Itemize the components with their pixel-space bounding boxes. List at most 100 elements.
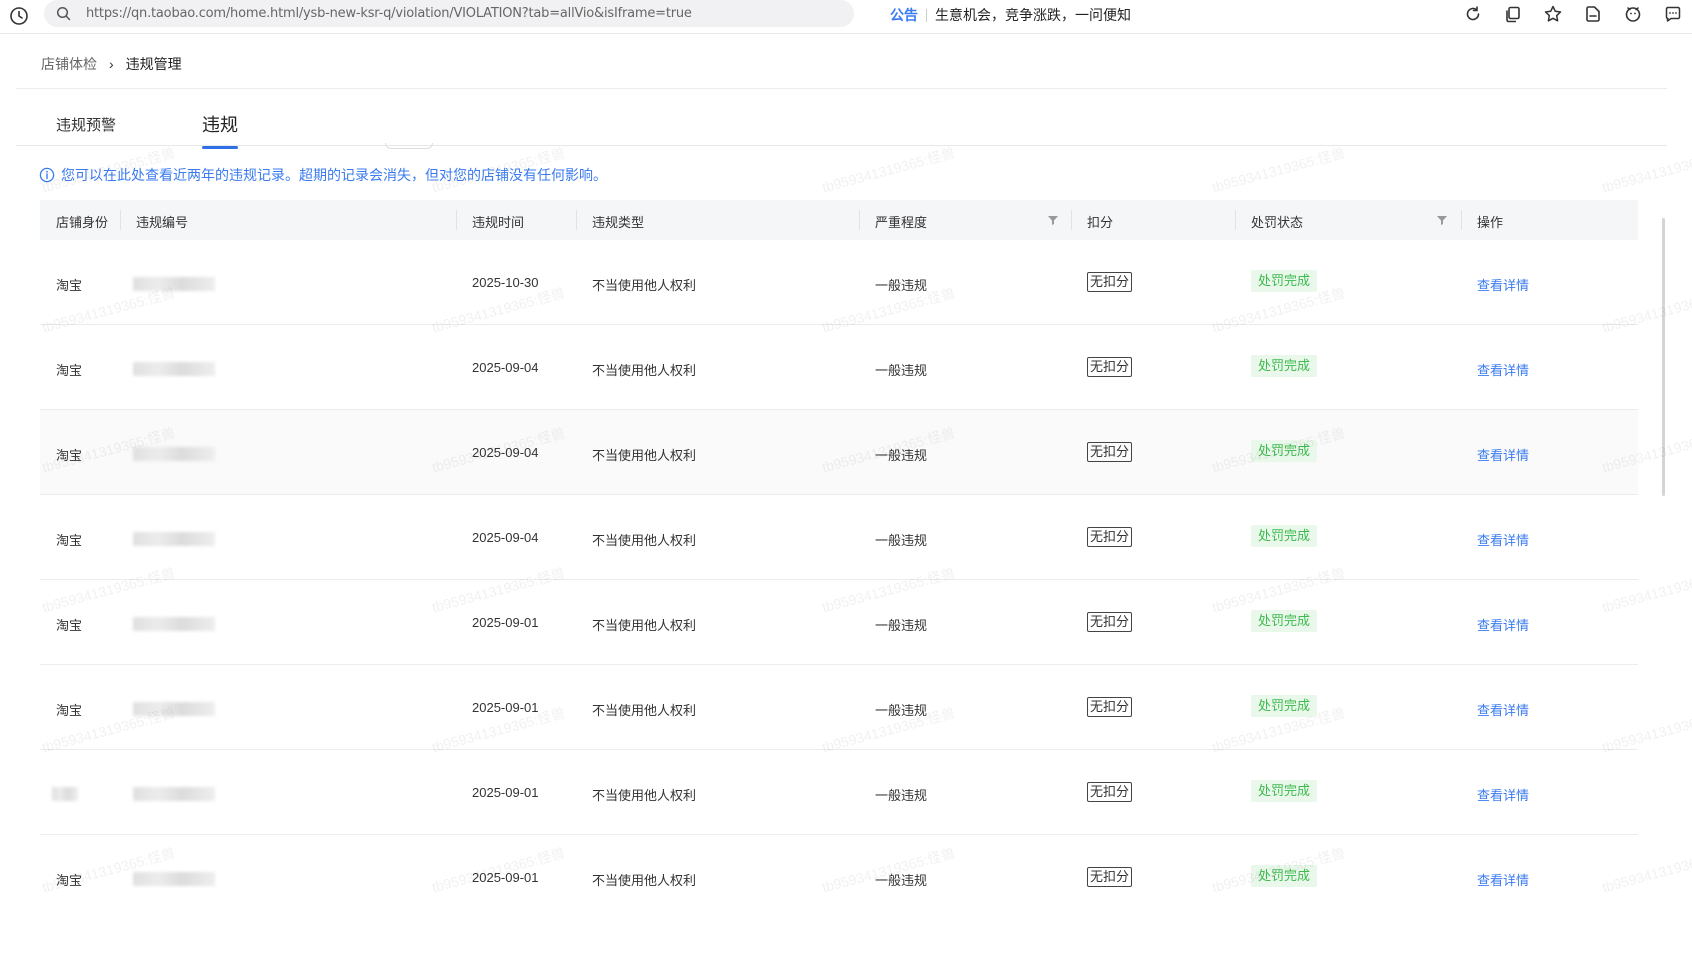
status-badge: 处罚完成 [1251, 610, 1318, 632]
column-divider [1461, 210, 1462, 230]
column-divider [456, 210, 457, 230]
table-row: 淘宝 2025-09-01 不当使用他人权利 一般违规 无扣分 处罚完成 查看详… [40, 580, 1638, 665]
view-details-link[interactable]: 查看详情 [1477, 530, 1529, 549]
tab-violation-warning[interactable]: 违规预警 [56, 114, 116, 135]
announcement-text[interactable]: 生意机会，竞争涨跌，一问便知 [935, 7, 1131, 23]
cell-type: 不当使用他人权利 [592, 788, 697, 803]
score-badge: 无扣分 [1087, 697, 1133, 717]
view-details-link[interactable]: 查看详情 [1477, 615, 1529, 634]
cell-role: 淘宝 [56, 278, 83, 293]
cell-severity: 一般违规 [875, 618, 928, 633]
smile-icon[interactable] [1622, 3, 1644, 25]
refresh-icon[interactable] [1462, 3, 1484, 25]
header-status: 处罚状态 [1251, 215, 1304, 230]
copy-icon[interactable] [1502, 3, 1524, 25]
redacted-id [133, 532, 215, 546]
breadcrumb: 店铺体检 › 违规管理 [41, 54, 182, 74]
view-details-link[interactable]: 查看详情 [1477, 360, 1529, 379]
cell-severity: 一般违规 [875, 363, 928, 378]
scrollbar[interactable] [1660, 218, 1666, 496]
chevron-right-icon: › [109, 56, 114, 72]
divider [926, 9, 927, 22]
history-icon[interactable] [8, 5, 30, 27]
violation-table: 店铺身份 违规编号 违规时间 违规类型 严重程度 扣分 处罚状态 操作 淘宝 2… [40, 200, 1638, 920]
table-row: 淘宝 2025-09-04 不当使用他人权利 一般违规 无扣分 处罚完成 查看详… [40, 495, 1638, 580]
redacted-role [52, 787, 78, 801]
filter-icon[interactable] [1047, 214, 1059, 226]
table-row: 淘宝 2025-09-01 不当使用他人权利 一般违规 无扣分 处罚完成 查看详… [40, 835, 1638, 920]
cell-time: 2025-09-01 [472, 870, 539, 885]
cell-type: 不当使用他人权利 [592, 533, 697, 548]
redacted-id [133, 787, 215, 801]
status-badge: 处罚完成 [1251, 865, 1318, 887]
header-time: 违规时间 [472, 215, 525, 230]
header-id: 违规编号 [136, 215, 189, 230]
divider [16, 88, 1667, 89]
toolbar-icons [1462, 3, 1684, 25]
cell-type: 不当使用他人权利 [592, 703, 697, 718]
redacted-id [133, 447, 215, 461]
sub-tab-edge [385, 143, 433, 149]
view-details-link[interactable]: 查看详情 [1477, 275, 1529, 294]
cell-severity: 一般违规 [875, 533, 928, 548]
redacted-id [133, 872, 215, 886]
table-row: 淘宝 2025-09-01 不当使用他人权利 一般违规 无扣分 处罚完成 查看详… [40, 665, 1638, 750]
column-divider [859, 210, 860, 230]
cell-time: 2025-10-30 [472, 275, 539, 290]
announcement[interactable]: 公告 生意机会，竞争涨跌，一问便知 [890, 5, 1131, 25]
view-details-link[interactable]: 查看详情 [1477, 445, 1529, 464]
filter-icon[interactable] [1436, 214, 1448, 226]
table-row: 2025-09-01 不当使用他人权利 一般违规 无扣分 处罚完成 查看详情 [40, 750, 1638, 835]
score-badge: 无扣分 [1087, 357, 1133, 377]
cell-severity: 一般违规 [875, 703, 928, 718]
redacted-id [133, 702, 215, 716]
cell-severity: 一般违规 [875, 278, 928, 293]
status-badge: 处罚完成 [1251, 440, 1318, 462]
breadcrumb-parent[interactable]: 店铺体检 [41, 54, 97, 74]
url-text[interactable]: https://qn.taobao.com/home.html/ysb-new-… [86, 6, 692, 21]
status-badge: 处罚完成 [1251, 525, 1318, 547]
score-badge: 无扣分 [1087, 272, 1133, 292]
column-divider [1071, 210, 1072, 230]
view-details-link[interactable]: 查看详情 [1477, 785, 1529, 804]
info-banner: 您可以在此处查看近两年的违规记录。超期的记录会消失，但对您的店铺没有任何影响。 [39, 165, 607, 185]
announcement-tag: 公告 [890, 7, 918, 23]
info-icon [39, 167, 55, 183]
tab-violation[interactable]: 违规 [202, 111, 238, 149]
status-badge: 处罚完成 [1251, 780, 1318, 802]
table-body: 淘宝 2025-10-30 不当使用他人权利 一般违规 无扣分 处罚完成 查看详… [40, 240, 1638, 920]
score-badge: 无扣分 [1087, 442, 1133, 462]
cell-severity: 一般违规 [875, 788, 928, 803]
cell-type: 不当使用他人权利 [592, 873, 697, 888]
view-details-link[interactable]: 查看详情 [1477, 870, 1529, 889]
bookmark-icon[interactable] [1582, 3, 1604, 25]
header-action: 操作 [1477, 215, 1504, 230]
cell-role: 淘宝 [56, 873, 83, 888]
cell-time: 2025-09-01 [472, 785, 539, 800]
scrollbar-thumb[interactable] [1662, 218, 1665, 496]
cell-role: 淘宝 [56, 363, 83, 378]
table-header: 店铺身份 违规编号 违规时间 违规类型 严重程度 扣分 处罚状态 操作 [40, 200, 1638, 240]
watermark-text: tb959341319365:怪兽 [1600, 144, 1692, 196]
browser-toolbar: https://qn.taobao.com/home.html/ysb-new-… [0, 0, 1692, 34]
header-role: 店铺身份 [56, 215, 109, 230]
status-badge: 处罚完成 [1251, 270, 1318, 292]
header-type: 违规类型 [592, 215, 645, 230]
redacted-id [133, 617, 215, 631]
table-row: 淘宝 2025-10-30 不当使用他人权利 一般违规 无扣分 处罚完成 查看详… [40, 240, 1638, 325]
score-badge: 无扣分 [1087, 867, 1133, 887]
chat-icon[interactable] [1662, 3, 1684, 25]
cell-time: 2025-09-04 [472, 360, 539, 375]
cell-type: 不当使用他人权利 [592, 278, 697, 293]
header-score: 扣分 [1087, 215, 1114, 230]
column-divider [576, 210, 577, 230]
cell-type: 不当使用他人权利 [592, 618, 697, 633]
view-details-link[interactable]: 查看详情 [1477, 700, 1529, 719]
search-icon [56, 6, 71, 21]
address-bar[interactable]: https://qn.taobao.com/home.html/ysb-new-… [44, 0, 854, 27]
cell-time: 2025-09-01 [472, 615, 539, 630]
cell-role: 淘宝 [56, 703, 83, 718]
score-badge: 无扣分 [1087, 782, 1133, 802]
redacted-id [133, 277, 215, 291]
star-icon[interactable] [1542, 3, 1564, 25]
